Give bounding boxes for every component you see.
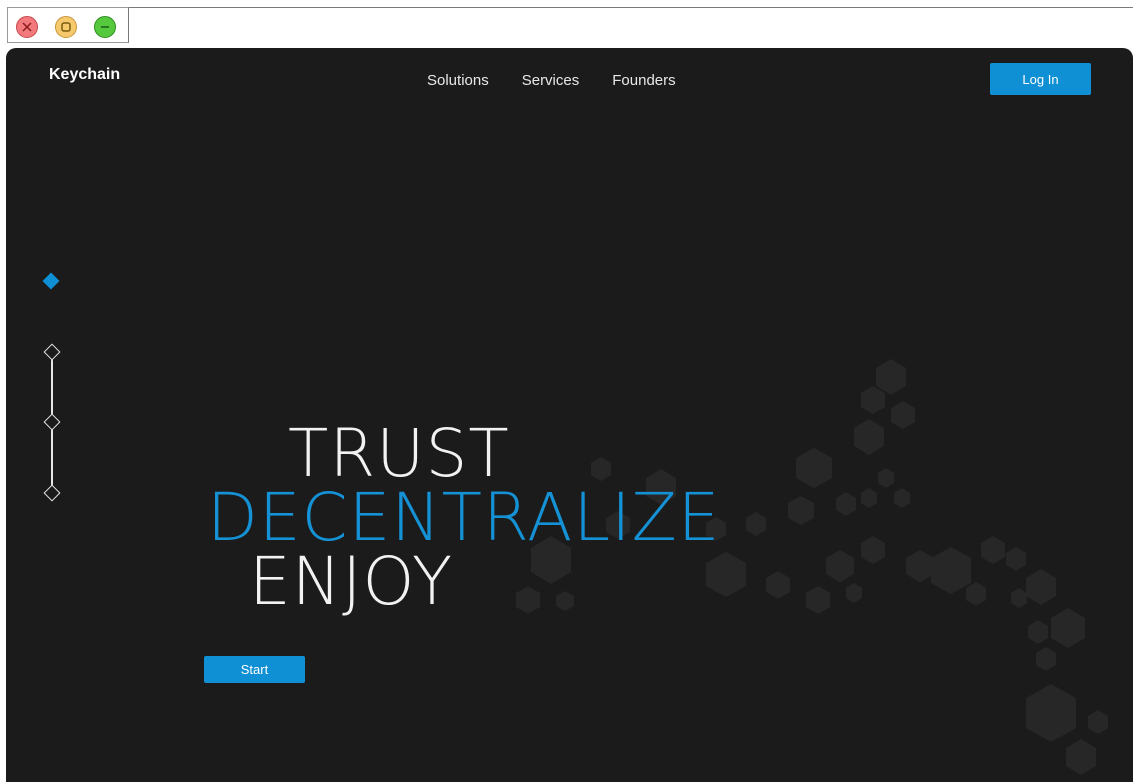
window-controls xyxy=(7,7,129,43)
hero-line-decentralize: DECENTRALIZE xyxy=(207,479,721,556)
close-icon[interactable] xyxy=(16,16,38,38)
start-button[interactable]: Start xyxy=(204,656,305,683)
hero-line-enjoy: ENJOY xyxy=(249,543,454,620)
maximize-icon[interactable] xyxy=(55,16,77,38)
minimize-icon[interactable] xyxy=(94,16,116,38)
app-window: Keychain Solutions Services Founders Log… xyxy=(6,48,1133,782)
hero-section: TRUST DECENTRALIZE ENJOY Start xyxy=(6,48,1133,782)
hero-line-trust: TRUST xyxy=(288,415,510,492)
